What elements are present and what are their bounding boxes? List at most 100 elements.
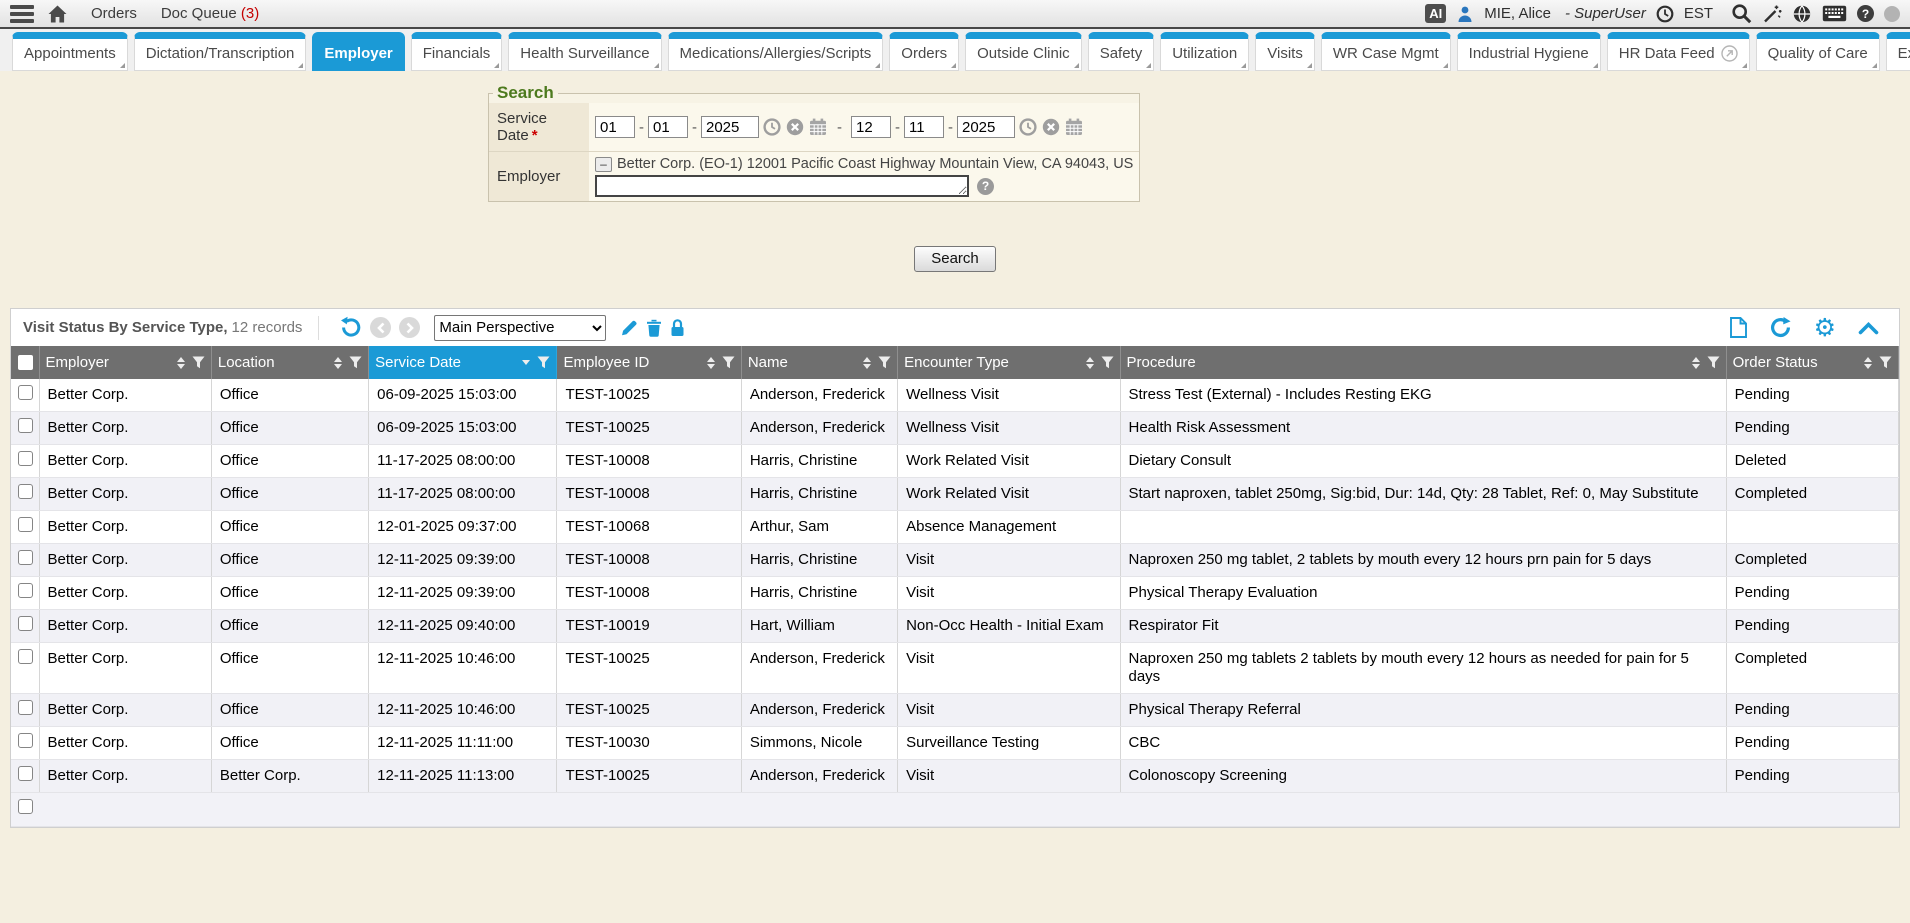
user-icon[interactable] bbox=[1456, 5, 1474, 23]
keyboard-icon[interactable] bbox=[1822, 5, 1847, 22]
sort-icon[interactable] bbox=[177, 357, 185, 369]
column-header-name[interactable]: Name bbox=[741, 346, 897, 379]
refresh-icon[interactable] bbox=[1769, 316, 1792, 339]
column-header-employer[interactable]: Employer bbox=[39, 346, 211, 379]
tab-executive-dashboard[interactable]: Executive Dashboard bbox=[1886, 32, 1910, 71]
row-checkbox[interactable] bbox=[18, 733, 33, 748]
employer-search-input[interactable] bbox=[595, 175, 969, 197]
filter-icon[interactable] bbox=[537, 356, 550, 369]
new-document-icon[interactable] bbox=[1730, 317, 1747, 338]
table-row: Better Corp.Office06-09-2025 15:03:00TES… bbox=[11, 379, 1899, 412]
row-checkbox[interactable] bbox=[18, 766, 33, 781]
tab-industrial-hygiene[interactable]: Industrial Hygiene bbox=[1457, 32, 1601, 71]
tab-utilization[interactable]: Utilization bbox=[1160, 32, 1249, 71]
tab-health-surveillance[interactable]: Health Surveillance bbox=[508, 32, 661, 71]
row-checkbox[interactable] bbox=[18, 700, 33, 715]
settings-icon[interactable]: ⚙ bbox=[1814, 318, 1836, 338]
row-checkbox[interactable] bbox=[18, 616, 33, 631]
clear-date-icon[interactable] bbox=[786, 118, 804, 136]
home-icon[interactable] bbox=[48, 5, 67, 23]
column-header-service-date[interactable]: Service Date bbox=[369, 346, 557, 379]
sort-desc-icon[interactable] bbox=[522, 360, 530, 365]
edit-icon[interactable] bbox=[620, 319, 638, 337]
globe-icon[interactable] bbox=[1792, 4, 1812, 24]
help-icon[interactable]: ? bbox=[1857, 5, 1874, 22]
to-year-input[interactable] bbox=[957, 116, 1015, 138]
prev-icon[interactable] bbox=[370, 317, 391, 338]
row-checkbox[interactable] bbox=[18, 517, 33, 532]
row-checkbox[interactable] bbox=[18, 418, 33, 433]
collapse-panel-icon[interactable] bbox=[1858, 321, 1879, 335]
sort-icon[interactable] bbox=[1864, 357, 1872, 369]
footer-checkbox[interactable] bbox=[18, 799, 33, 814]
search-icon[interactable] bbox=[1731, 3, 1752, 24]
column-header-encounter-type[interactable]: Encounter Type bbox=[898, 346, 1120, 379]
column-header-procedure[interactable]: Procedure bbox=[1120, 346, 1726, 379]
tab-dictation-transcription[interactable]: Dictation/Transcription bbox=[134, 32, 307, 71]
sort-icon[interactable] bbox=[334, 357, 342, 369]
row-checkbox[interactable] bbox=[18, 649, 33, 664]
calendar-icon[interactable] bbox=[1065, 118, 1083, 136]
wand-icon[interactable] bbox=[1762, 4, 1782, 24]
search-button[interactable]: Search bbox=[914, 246, 996, 272]
from-year-input[interactable] bbox=[701, 116, 759, 138]
perspective-select[interactable]: Main Perspective bbox=[434, 315, 606, 341]
column-header-order-status[interactable]: Order Status bbox=[1726, 346, 1898, 379]
to-day-input[interactable] bbox=[904, 116, 944, 138]
tab-orders[interactable]: Orders bbox=[889, 32, 959, 71]
cell-location: Office bbox=[211, 379, 368, 412]
column-label: Employer bbox=[46, 354, 173, 371]
tab-outside-clinic[interactable]: Outside Clinic bbox=[965, 32, 1082, 71]
row-checkbox[interactable] bbox=[18, 385, 33, 400]
filter-icon[interactable] bbox=[722, 356, 735, 369]
cell-order-status bbox=[1726, 511, 1898, 544]
column-header-location[interactable]: Location bbox=[211, 346, 368, 379]
menu-icon[interactable] bbox=[10, 5, 34, 23]
sort-icon[interactable] bbox=[863, 357, 871, 369]
calendar-icon[interactable] bbox=[809, 118, 827, 136]
from-month-input[interactable] bbox=[595, 116, 635, 138]
row-checkbox[interactable] bbox=[18, 484, 33, 499]
tab-employer[interactable]: Employer bbox=[312, 32, 404, 71]
filter-icon[interactable] bbox=[878, 356, 891, 369]
from-day-input[interactable] bbox=[648, 116, 688, 138]
column-header-employee-id[interactable]: Employee ID bbox=[557, 346, 741, 379]
cell-order-status: Completed bbox=[1726, 643, 1898, 694]
reset-view-icon[interactable] bbox=[339, 316, 362, 339]
collapse-minus-icon[interactable]: – bbox=[595, 157, 612, 172]
cell-location: Office bbox=[211, 577, 368, 610]
sort-icon[interactable] bbox=[707, 357, 715, 369]
select-all-checkbox[interactable] bbox=[18, 355, 33, 370]
row-checkbox[interactable] bbox=[18, 583, 33, 598]
user-name[interactable]: MIE, Alice bbox=[1484, 5, 1551, 22]
filter-icon[interactable] bbox=[1879, 356, 1892, 369]
sort-icon[interactable] bbox=[1692, 357, 1700, 369]
filter-icon[interactable] bbox=[1101, 356, 1114, 369]
filter-icon[interactable] bbox=[349, 356, 362, 369]
tab-financials[interactable]: Financials bbox=[411, 32, 503, 71]
tab-wr-case-mgmt[interactable]: WR Case Mgmt bbox=[1321, 32, 1451, 71]
clear-date-icon[interactable] bbox=[1042, 118, 1060, 136]
field-help-icon[interactable]: ? bbox=[977, 178, 994, 195]
delete-icon[interactable] bbox=[646, 319, 662, 337]
filter-icon[interactable] bbox=[192, 356, 205, 369]
tab-appointments[interactable]: Appointments bbox=[12, 32, 128, 71]
breadcrumb-doc-queue[interactable]: Doc Queue (3) bbox=[161, 5, 259, 22]
ai-badge[interactable]: AI bbox=[1425, 4, 1446, 23]
sort-icon[interactable] bbox=[1086, 357, 1094, 369]
breadcrumb-orders[interactable]: Orders bbox=[91, 5, 137, 22]
next-icon[interactable] bbox=[399, 317, 420, 338]
tab-visits[interactable]: Visits bbox=[1255, 32, 1315, 71]
tab-medications-allergies-scripts[interactable]: Medications/Allergies/Scripts bbox=[668, 32, 884, 71]
row-checkbox[interactable] bbox=[18, 550, 33, 565]
time-picker-icon[interactable] bbox=[1019, 118, 1037, 136]
row-checkbox[interactable] bbox=[18, 451, 33, 466]
time-picker-icon[interactable] bbox=[763, 118, 781, 136]
to-month-input[interactable] bbox=[851, 116, 891, 138]
tab-safety[interactable]: Safety bbox=[1088, 32, 1155, 71]
tab-hr-data-feed[interactable]: HR Data Feed bbox=[1607, 32, 1750, 71]
clock-icon[interactable] bbox=[1656, 5, 1674, 23]
tab-quality-of-care[interactable]: Quality of Care bbox=[1756, 32, 1880, 71]
filter-icon[interactable] bbox=[1707, 356, 1720, 369]
lock-icon[interactable] bbox=[670, 319, 685, 337]
